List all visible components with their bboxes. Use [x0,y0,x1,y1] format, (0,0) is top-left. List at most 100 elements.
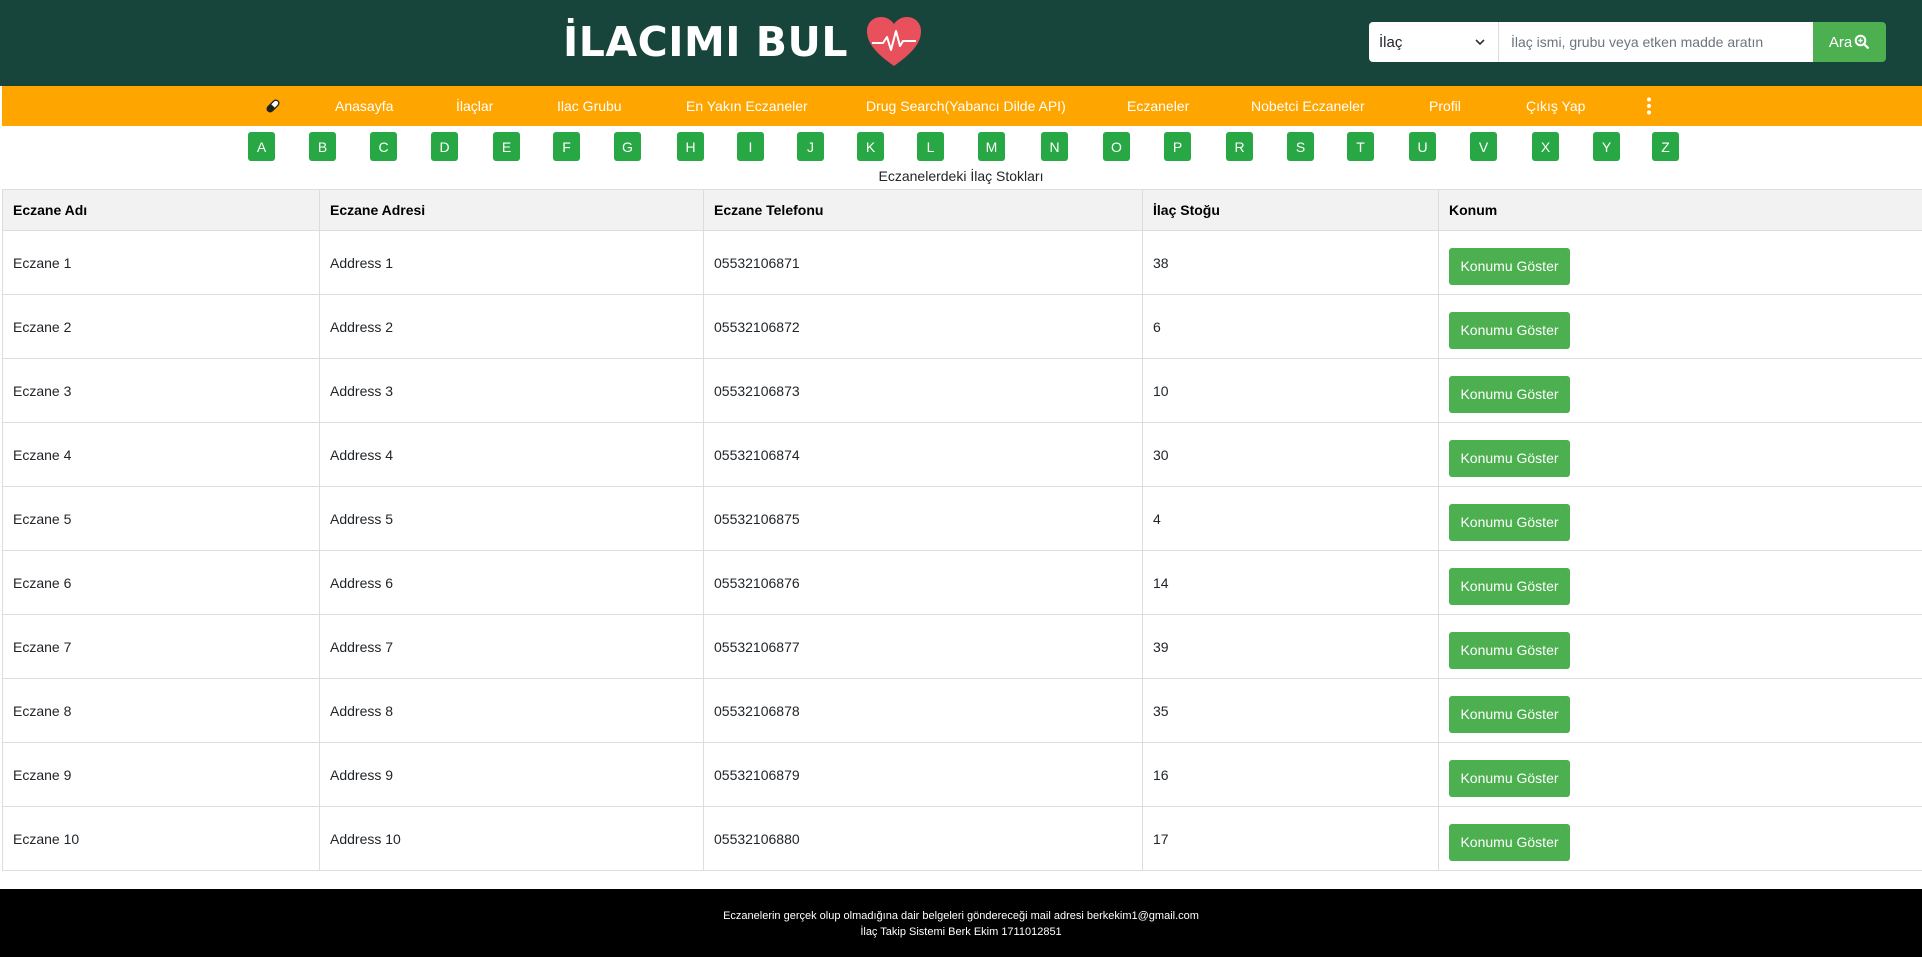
nav-nobetci-eczaneler[interactable]: Nobetci Eczaneler [1251,86,1365,126]
pharmacy-phone-cell: 05532106880 [703,806,1143,871]
letter-filter-button[interactable]: J [797,132,824,161]
show-location-button[interactable]: Konumu Göster [1449,376,1570,413]
search-button-label: Ara [1828,33,1853,51]
show-location-button[interactable]: Konumu Göster [1449,440,1570,477]
letter-filter-button[interactable]: T [1347,132,1374,161]
letter-filter-button[interactable]: V [1470,132,1497,161]
pharmacy-phone-cell: 05532106878 [703,678,1143,743]
pharmacy-address-cell: Address 4 [319,422,704,487]
pharmacy-address-cell: Address 9 [319,742,704,807]
column-header: İlaç Stoğu [1142,189,1439,231]
pharmacy-name-cell: Eczane 3 [2,358,320,423]
pharmacy-name-cell: Eczane 1 [2,230,320,295]
show-location-button[interactable]: Konumu Göster [1449,696,1570,733]
stock-count-cell: 10 [1142,358,1439,423]
location-cell: Konumu Göster [1438,422,1922,487]
stock-count-cell: 35 [1142,678,1439,743]
table-row: Eczane 8 Address 8 05532106878 35 Konumu Gös… [2,678,1922,743]
letter-filter-button[interactable]: A [248,132,275,161]
search-input[interactable]: İlaç ismi, grubu veya etken madde aratın [1499,22,1813,62]
vertical-dots-icon[interactable] [1645,97,1653,115]
letter-filter-button[interactable]: X [1532,132,1559,161]
search-type-value: İlaç [1379,33,1403,51]
search-button[interactable]: Ara [1813,22,1886,62]
location-cell: Konumu Göster [1438,358,1922,423]
letter-filter-button[interactable]: G [614,132,641,161]
stock-count-cell: 17 [1142,806,1439,871]
letter-filter-button[interactable]: U [1409,132,1436,161]
letter-filter-button[interactable]: B [309,132,336,161]
pharmacy-address-cell: Address 8 [319,678,704,743]
pharmacy-phone-cell: 05532106876 [703,550,1143,615]
table-row: Eczane 4 Address 4 05532106874 30 Konumu Gös… [2,422,1922,487]
letter-filter-button[interactable]: C [370,132,397,161]
location-cell: Konumu Göster [1438,550,1922,615]
search-type-select[interactable]: İlaç [1369,22,1499,62]
nav-anasayfa[interactable]: Anasayfa [335,86,393,126]
letter-filter-button[interactable]: K [857,132,884,161]
letter-filter-button[interactable]: D [431,132,458,161]
table-row: Eczane 5 Address 5 05532106875 4 Konumu Göst… [2,486,1922,551]
location-cell: Konumu Göster [1438,486,1922,551]
pharmacy-phone-cell: 05532106877 [703,614,1143,679]
nav-drug-search[interactable]: Drug Search(Yabancı Dilde API) [866,86,1066,126]
nav-en-yakin-eczaneler[interactable]: En Yakın Eczaneler [686,86,808,126]
stock-count-cell: 38 [1142,230,1439,295]
location-cell: Konumu Göster [1438,230,1922,295]
table-caption: Eczanelerdeki İlaç Stokları [878,168,1044,184]
letter-filter-button[interactable]: N [1041,132,1068,161]
table-row: Eczane 2 Address 2 05532106872 6 Konumu Göst… [2,294,1922,359]
show-location-button[interactable]: Konumu Göster [1449,504,1570,541]
show-location-button[interactable]: Konumu Göster [1449,568,1570,605]
letter-filter-button[interactable]: F [553,132,580,161]
nav-ilac-grubu[interactable]: Ilac Grubu [557,86,622,126]
table-row: Eczane 9 Address 9 05532106879 16 Konumu Gös… [2,742,1922,807]
site-header: İLACIMI BUL İlaç İlaç ismi, grubu veya e… [0,0,1922,86]
pharmacy-address-cell: Address 10 [319,806,704,871]
letter-filter-button[interactable]: H [677,132,704,161]
column-header: Konum [1438,189,1922,231]
show-location-button[interactable]: Konumu Göster [1449,632,1570,669]
brand[interactable]: İLACIMI BUL [563,14,922,70]
show-location-button[interactable]: Konumu Göster [1449,248,1570,285]
pharmacy-phone-cell: 05532106874 [703,422,1143,487]
footer-credit-text: İlaç Takip Sistemi Berk Ekim 1711012851 [860,926,1062,938]
nav-ilaclar[interactable]: İlaçlar [456,86,493,126]
pharmacy-name-cell: Eczane 5 [2,486,320,551]
letter-filter-button[interactable]: Z [1652,132,1679,161]
letter-filter-button[interactable]: R [1226,132,1253,161]
nav-profil[interactable]: Profil [1429,86,1461,126]
table-row: Eczane 7 Address 7 05532106877 39 Konumu Gös… [2,614,1922,679]
pill-icon[interactable] [265,98,281,114]
pharmacy-phone-cell: 05532106873 [703,358,1143,423]
show-location-button[interactable]: Konumu Göster [1449,312,1570,349]
pharmacy-phone-cell: 05532106871 [703,230,1143,295]
table-row: Eczane 10 Address 10 05532106880 17 Konumu G… [2,806,1922,871]
pharmacy-address-cell: Address 7 [319,614,704,679]
letter-filter-button[interactable]: E [493,132,520,161]
footer-contact-text: Eczanelerin gerçek olup olmadığına dair … [723,910,1199,922]
column-header: Eczane Adı [2,189,320,231]
table-row: Eczane 1 Address 1 05532106871 38 Konumu Gös… [2,230,1922,295]
letter-filter-button[interactable]: P [1164,132,1191,161]
show-location-button[interactable]: Konumu Göster [1449,824,1570,861]
nav-eczaneler[interactable]: Eczaneler [1127,86,1189,126]
letter-filter-button[interactable]: I [737,132,764,161]
letter-filter-button[interactable]: S [1287,132,1314,161]
letter-filter-button[interactable]: Y [1593,132,1620,161]
search-bar: İlaç İlaç ismi, grubu veya etken madde a… [1369,22,1886,62]
pharmacy-name-cell: Eczane 7 [2,614,320,679]
chevron-down-icon [1475,39,1485,46]
show-location-button[interactable]: Konumu Göster [1449,760,1570,797]
letter-filter-button[interactable]: L [917,132,944,161]
pharmacy-name-cell: Eczane 4 [2,422,320,487]
stock-count-cell: 39 [1142,614,1439,679]
letter-filter-button[interactable]: O [1103,132,1130,161]
table-header-row: Eczane Adı Eczane Adresi Eczane Telefonu… [2,189,1922,231]
pharmacy-address-cell: Address 5 [319,486,704,551]
main-nav: Anasayfa İlaçlar Ilac Grubu En Yakın Ecz… [2,86,1922,126]
nav-cikis-yap[interactable]: Çıkış Yap [1526,86,1585,126]
letter-filter-button[interactable]: M [978,132,1005,161]
stock-count-cell: 16 [1142,742,1439,807]
location-cell: Konumu Göster [1438,294,1922,359]
